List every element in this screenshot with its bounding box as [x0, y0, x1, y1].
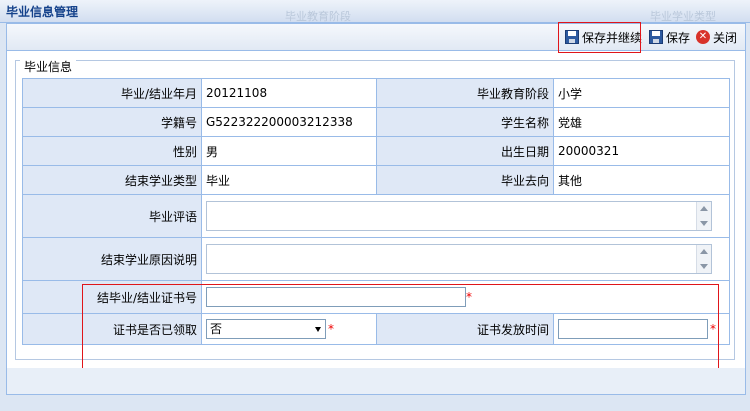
label-end-type: 结束学业类型 — [22, 165, 202, 195]
close-label: 关闭 — [713, 30, 738, 45]
value-destination: 其他 — [553, 165, 730, 195]
highlight-certificate-fields — [82, 284, 719, 373]
scroll-up-icon — [700, 206, 708, 211]
label-destination: 毕业去向 — [376, 165, 554, 195]
label-edu-stage: 毕业教育阶段 — [376, 78, 554, 108]
end-reason-textarea[interactable] — [206, 244, 712, 274]
window: 毕业信息管理 毕业教育阶段 毕业学业类型 保存并继续 保存 ✕ 关闭 毕业信息 … — [0, 0, 750, 411]
window-title: 毕业信息管理 — [6, 5, 79, 19]
label-student-name: 学生名称 — [376, 107, 554, 137]
value-student-name: 党雄 — [553, 107, 730, 137]
label-student-no: 学籍号 — [22, 107, 202, 137]
save-icon — [649, 30, 663, 44]
comment-scrollbar[interactable] — [696, 202, 711, 230]
bottom-bar — [6, 368, 746, 395]
value-birth-date: 20000321 — [553, 136, 730, 166]
comment-cell — [201, 194, 730, 238]
close-button[interactable]: ✕ 关闭 — [696, 27, 737, 47]
end-reason-cell — [201, 237, 730, 281]
title-bar: 毕业信息管理 毕业教育阶段 毕业学业类型 — [0, 0, 750, 23]
label-grad-date: 毕业/结业年月 — [22, 78, 202, 108]
scroll-down-icon — [700, 264, 708, 269]
value-end-type: 毕业 — [201, 165, 377, 195]
label-gender: 性别 — [22, 136, 202, 166]
highlight-save-continue — [558, 22, 641, 53]
end-reason-scrollbar[interactable] — [696, 245, 711, 273]
ghost-text-1: 毕业教育阶段 — [285, 10, 351, 23]
comment-textarea[interactable] — [206, 201, 712, 231]
value-edu-stage: 小学 — [553, 78, 730, 108]
fieldset-legend: 毕业信息 — [20, 58, 77, 75]
ghost-text-2: 毕业学业类型 — [650, 10, 716, 23]
save-label: 保存 — [666, 30, 691, 45]
label-end-reason: 结束学业原因说明 — [22, 237, 202, 281]
value-gender: 男 — [201, 136, 377, 166]
value-grad-date: 20121108 — [201, 78, 377, 108]
scroll-down-icon — [700, 221, 708, 226]
close-icon: ✕ — [696, 30, 710, 44]
save-button[interactable]: 保存 — [649, 27, 690, 47]
scroll-up-icon — [700, 249, 708, 254]
label-comment: 毕业评语 — [22, 194, 202, 238]
value-student-no: G522322200003212338 — [201, 107, 377, 137]
label-birth-date: 出生日期 — [376, 136, 554, 166]
